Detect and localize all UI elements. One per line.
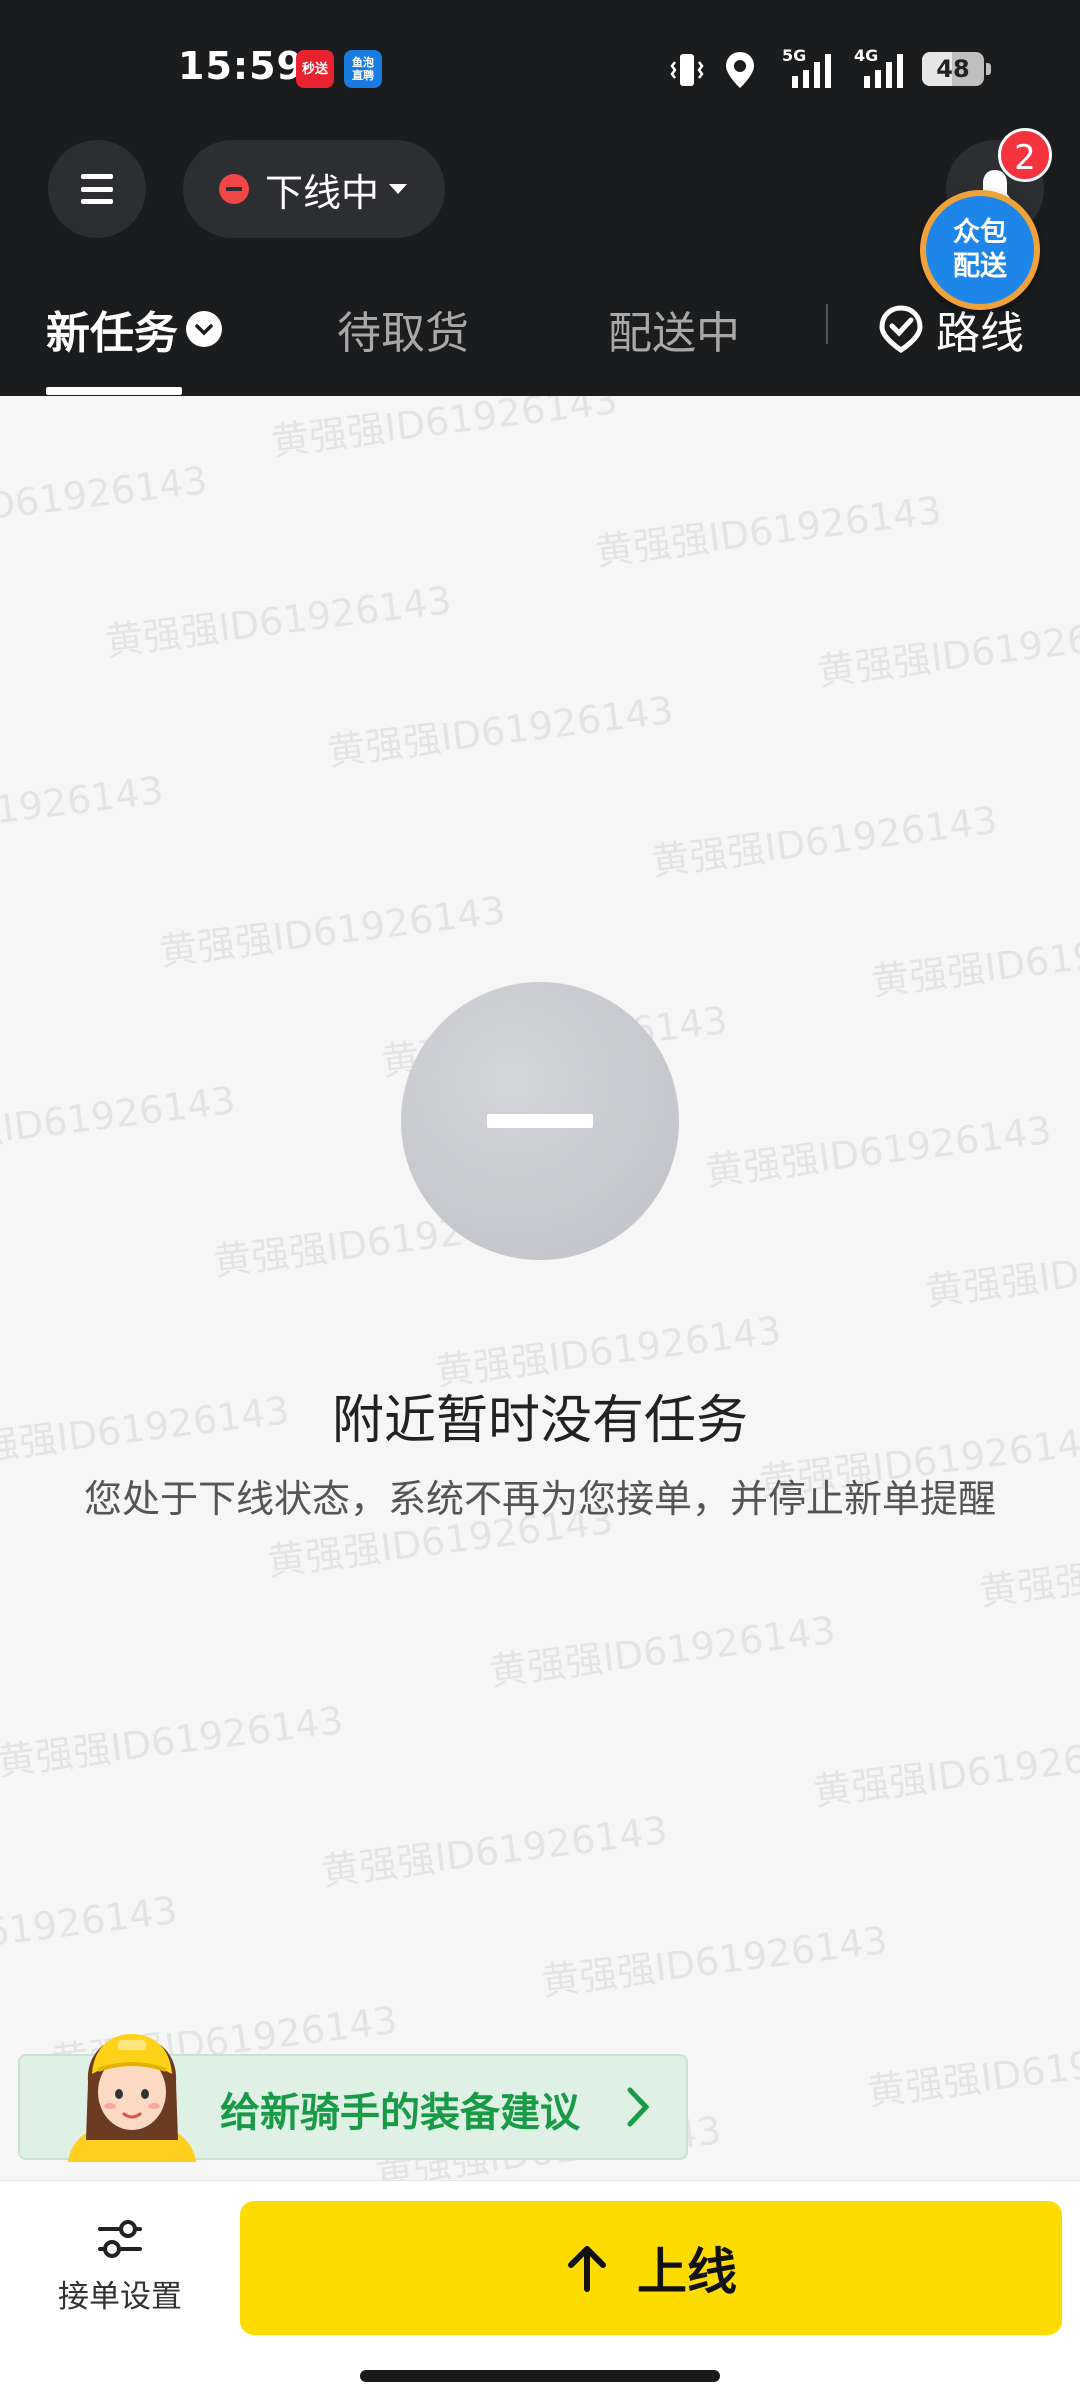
rider-avatar: [68, 2034, 196, 2162]
work-status-dropdown[interactable]: 下线中: [183, 140, 445, 238]
chevron-right-icon: [627, 2087, 650, 2127]
location-icon: [726, 52, 754, 88]
watermark-text: 黄强强ID61926143: [593, 487, 944, 575]
signal-icon-2: [864, 54, 903, 88]
watermark-text: 黄强强ID61926143: [319, 1807, 670, 1895]
watermark-text: 黄强强ID61926143: [811, 1727, 1080, 1815]
signal-icon-1: [792, 54, 831, 88]
vibrate-icon: [670, 54, 704, 86]
tab-to-pickup[interactable]: 待取货: [337, 294, 469, 364]
status-bar: 15:59 秒送 鱼泡直聘 5G 4G 48: [0, 0, 1080, 132]
active-tab-indicator: [46, 387, 182, 395]
watermark-text: 黄强强ID61926143: [103, 577, 454, 665]
order-settings-button[interactable]: 接单设置: [30, 2217, 210, 2316]
route-icon: [879, 305, 923, 353]
tab-to-pickup-label: 待取货: [337, 308, 469, 359]
watermark-text: 黄强强ID61926143: [0, 457, 210, 545]
watermark-text: 黄强强ID61926143: [0, 1887, 180, 1975]
tab-new-tasks-label: 新任务: [46, 308, 178, 359]
watermark-text: 黄强强ID61926143: [865, 2027, 1080, 2115]
watermark-text: 黄强强ID61926143: [0, 767, 166, 855]
battery-icon: 48: [922, 52, 991, 86]
empty-state-title: 附近暂时没有任务: [331, 1391, 748, 1451]
watermark-text: 黄强强ID61926143: [325, 687, 676, 775]
system-nav-bar: [0, 2352, 1080, 2400]
menu-button[interactable]: [48, 140, 146, 238]
crowd-delivery-button[interactable]: 众包配送: [920, 190, 1040, 310]
watermark-layer: 黄强强ID61926143 黄强强ID61926143 黄强强ID6192614…: [0, 396, 1080, 2180]
watermark-text: 黄强强ID61926143: [269, 396, 620, 465]
order-settings-label: 接单设置: [58, 2279, 182, 2315]
bottom-action-bar: 接单设置 上线: [0, 2180, 1080, 2352]
equipment-advice-label: 给新骑手的装备建议: [220, 2090, 580, 2136]
watermark-text: 黄强强ID61926143: [0, 1697, 346, 1785]
watermark-text: 黄强强ID61926143: [869, 917, 1080, 1005]
battery-level: 48: [936, 55, 970, 83]
watermark-text: 黄强强ID61926143: [923, 1227, 1080, 1315]
watermark-text: 黄强强ID61926143: [649, 797, 1000, 885]
watermark-text: 黄强强ID61926143: [157, 887, 508, 975]
caret-down-icon: [389, 184, 408, 194]
home-indicator[interactable]: [360, 2370, 720, 2382]
notification-badge: 2: [998, 128, 1052, 182]
miaosong-app-icon: 秒送: [296, 50, 334, 88]
watermark-text: 黄强强ID61926143: [0, 1077, 238, 1165]
menu-icon: [81, 174, 113, 204]
crowd-delivery-label: 众包配送: [953, 217, 1007, 282]
tab-delivering-label: 配送中: [608, 308, 740, 359]
go-online-label: 上线: [637, 2243, 737, 2301]
arrow-up-icon: [568, 2246, 606, 2292]
status-time: 15:59: [178, 44, 304, 88]
chevron-down-icon: [186, 311, 222, 347]
watermark-text: 黄强强ID61926143: [977, 1527, 1080, 1615]
sliders-icon: [98, 2220, 142, 2258]
watermark-text: 黄强强ID61926143: [703, 1107, 1054, 1195]
tab-divider: [826, 304, 828, 344]
tab-new-tasks[interactable]: 新任务: [46, 294, 222, 364]
watermark-text: 黄强强ID61926143: [539, 1917, 890, 2005]
watermark-text: 黄强强ID61926143: [487, 1607, 838, 1695]
header: 下线中 新任务 待取货 配送中 路线: [0, 132, 1080, 396]
tab-delivering[interactable]: 配送中: [608, 294, 740, 364]
go-online-button[interactable]: 上线: [240, 2201, 1062, 2335]
offline-status-illustration: [401, 982, 679, 1260]
empty-state-description: 您处于下线状态，系统不再为您接单，并停止新单提醒: [83, 1477, 996, 1521]
work-status-label: 下线中: [265, 170, 380, 215]
offline-icon: [219, 174, 249, 204]
yupao-app-icon: 鱼泡直聘: [344, 50, 382, 88]
watermark-text: 黄强强ID61926143: [815, 607, 1080, 695]
